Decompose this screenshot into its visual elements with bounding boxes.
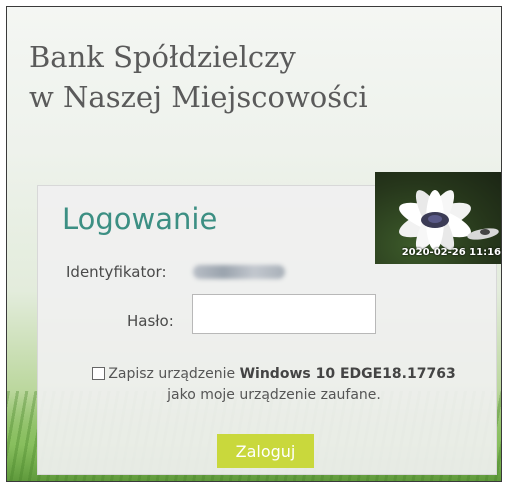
bank-name-line-2: w Naszej Miejscowości	[29, 80, 368, 114]
login-title: Logowanie	[62, 202, 218, 236]
security-image-date: 2020-02-26 11:16	[401, 247, 501, 258]
bank-name-line-1: Bank Spółdzielczy	[29, 40, 296, 74]
remember-prefix: Zapisz urządzenie	[108, 366, 236, 382]
password-label: Hasło:	[127, 312, 174, 330]
remember-device-checkbox[interactable]	[92, 367, 106, 380]
security-image: 2020-02-26 11:16	[375, 172, 501, 264]
bank-name: Bank Spółdzielczy w Naszej Miejscowości	[29, 37, 368, 117]
remember-suffix: jako moje urządzenie zaufane.	[167, 387, 381, 403]
password-input[interactable]	[192, 294, 376, 334]
identifier-label: Identyfikator:	[66, 263, 167, 281]
login-button[interactable]: Zaloguj	[217, 434, 314, 468]
identifier-value-blurred	[193, 265, 285, 279]
login-page: Bank Spółdzielczy w Naszej Miejscowości …	[6, 6, 502, 482]
remember-device: Zapisz urządzenie Windows 10 EDGE18.1776…	[64, 364, 484, 406]
device-name: Windows 10 EDGE18.17763	[239, 366, 456, 382]
